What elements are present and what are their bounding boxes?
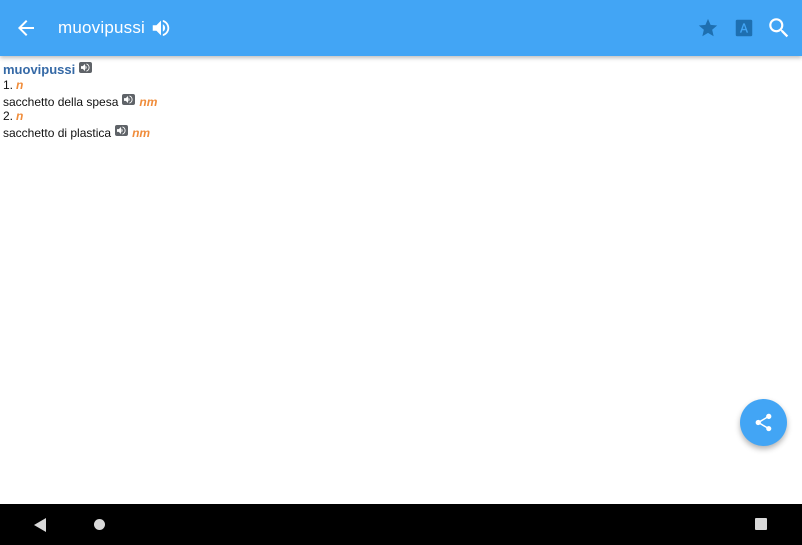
- translation: sacchetto di plastica: [3, 126, 112, 140]
- speaker-icon[interactable]: [122, 94, 136, 105]
- arrow-back-icon[interactable]: [14, 16, 38, 40]
- nav-recents-icon[interactable]: [755, 518, 767, 530]
- font-size-icon[interactable]: [733, 16, 755, 40]
- nav-home-icon[interactable]: [94, 519, 105, 530]
- volume-icon[interactable]: [150, 17, 172, 39]
- sense-header: 2. n: [3, 109, 23, 123]
- part-of-speech: n: [16, 109, 24, 123]
- gender-label: nm: [139, 95, 158, 109]
- star-icon[interactable]: [697, 16, 719, 40]
- translation: sacchetto della spesa: [3, 95, 119, 109]
- part-of-speech: n: [16, 78, 24, 92]
- system-nav-bar: [0, 504, 802, 545]
- translation-row: sacchetto di plastica nm: [3, 125, 150, 140]
- app-bar: muovipussi: [0, 0, 802, 56]
- search-icon[interactable]: [766, 15, 792, 41]
- sense-number: 2.: [3, 109, 14, 123]
- nav-back-icon[interactable]: [33, 517, 47, 533]
- gender-label: nm: [132, 126, 151, 140]
- page-title: muovipussi: [58, 18, 146, 37]
- translation-row: sacchetto della spesa nm: [3, 94, 157, 109]
- sense-number: 1.: [3, 78, 14, 92]
- sense-header: 1. n: [3, 78, 23, 92]
- share-icon: [755, 413, 772, 432]
- speaker-icon[interactable]: [79, 62, 93, 73]
- share-button[interactable]: [740, 399, 787, 446]
- speaker-icon[interactable]: [115, 125, 129, 136]
- headword: muovipussi: [3, 62, 76, 77]
- headword-row: muovipussi: [3, 62, 93, 77]
